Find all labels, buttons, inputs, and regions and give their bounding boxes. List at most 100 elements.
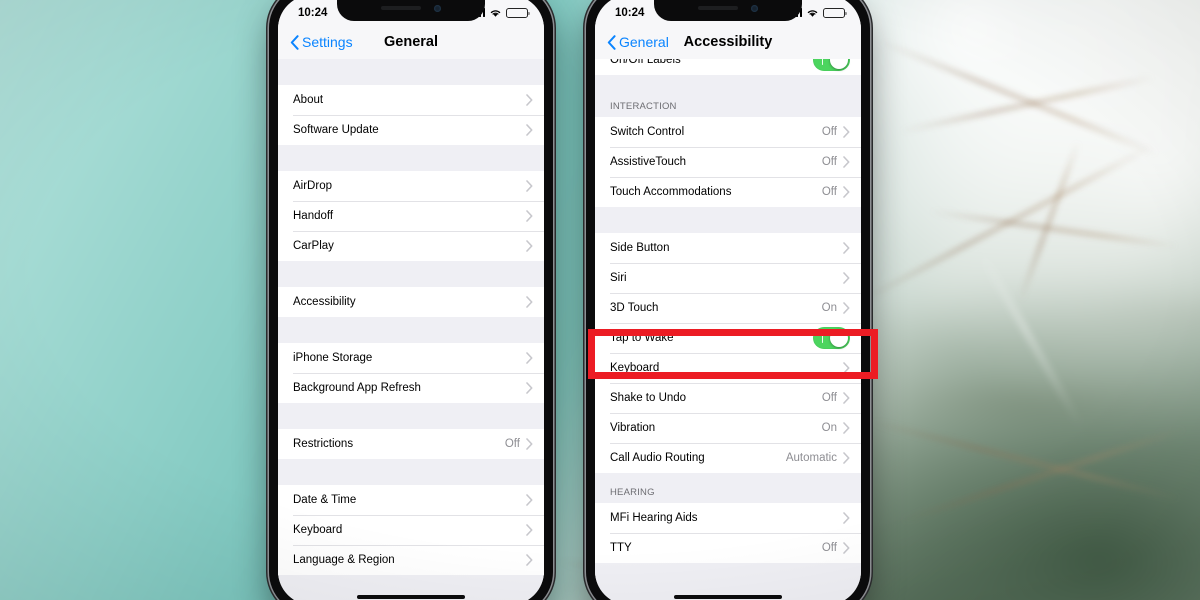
row-value: Off: [821, 126, 837, 138]
section-gap: [595, 75, 861, 87]
row-label: Switch Control: [610, 126, 685, 138]
list-item-date-time[interactable]: Date & Time: [278, 485, 544, 515]
iphone-right-device: 10:24 General Accessibility On/Off Label…: [586, 0, 870, 600]
battery-icon: [823, 7, 848, 18]
row-label: Keyboard: [293, 524, 343, 536]
list-item-tap-to-wake[interactable]: Tap to Wake: [595, 323, 861, 353]
row-label: AssistiveTouch: [610, 156, 687, 168]
row-label: Date & Time: [293, 494, 357, 506]
row-value: On: [821, 422, 837, 434]
home-indicator: [357, 595, 465, 599]
back-button-label: General: [619, 34, 669, 50]
chevron-right-icon: [843, 186, 850, 198]
settings-group: Accessibility: [278, 287, 544, 317]
list-item-background-app-refresh[interactable]: Background App Refresh: [278, 373, 544, 403]
back-button-general[interactable]: General: [607, 34, 669, 50]
settings-group: MFi Hearing Aids TTY Off: [595, 503, 861, 563]
row-value: Off: [821, 392, 837, 404]
chevron-right-icon: [526, 352, 533, 364]
wifi-icon: [807, 9, 818, 17]
iphone-left-device: 10:24 Settings General About Software Up…: [269, 0, 553, 600]
settings-list-general[interactable]: About Software Update AirDrop Handoff CarPla…: [278, 59, 544, 600]
list-top-gap: [278, 59, 544, 85]
list-item-3d-touch[interactable]: 3D Touch On: [595, 293, 861, 323]
list-item-carplay[interactable]: CarPlay: [278, 231, 544, 261]
chevron-right-icon: [843, 272, 850, 284]
chevron-right-icon: [526, 180, 533, 192]
front-camera-icon: [751, 4, 758, 12]
nav-bar-left: Settings General: [278, 25, 544, 59]
row-label: About: [293, 94, 324, 106]
section-gap: [595, 207, 861, 233]
notch: [337, 0, 485, 21]
toggle-switch[interactable]: [813, 327, 850, 349]
status-time: 10:24: [615, 6, 645, 19]
toggle-knob: [829, 59, 849, 70]
settings-group: Restrictions Off: [278, 429, 544, 459]
list-item-shake-to-undo[interactable]: Shake to Undo Off: [595, 383, 861, 413]
chevron-right-icon: [843, 542, 850, 554]
list-item-accessibility[interactable]: Accessibility: [278, 287, 544, 317]
list-item-side-button[interactable]: Side Button: [595, 233, 861, 263]
chevron-right-icon: [526, 524, 533, 536]
list-item-on-off-labels[interactable]: On/Off Labels: [595, 59, 861, 75]
list-item-keyboard[interactable]: Keyboard: [278, 515, 544, 545]
section-header: HEARING: [595, 473, 861, 503]
chevron-right-icon: [526, 494, 533, 506]
row-label: Language & Region: [293, 554, 395, 566]
notch: [654, 0, 802, 21]
list-item-about[interactable]: About: [278, 85, 544, 115]
settings-group: Date & Time Keyboard Language & Region: [278, 485, 544, 575]
list-item-keyboard[interactable]: Keyboard: [595, 353, 861, 383]
section-gap: [278, 459, 544, 485]
settings-group: Side Button Siri 3D Touch On Tap to Wake Keyb…: [595, 233, 861, 473]
list-item-touch-accommodations[interactable]: Touch Accommodations Off: [595, 177, 861, 207]
section-gap: [278, 403, 544, 429]
list-item-siri[interactable]: Siri: [595, 263, 861, 293]
list-item-assistivetouch[interactable]: AssistiveTouch Off: [595, 147, 861, 177]
list-item-handoff[interactable]: Handoff: [278, 201, 544, 231]
list-item-restrictions[interactable]: Restrictions Off: [278, 429, 544, 459]
chevron-right-icon: [526, 382, 533, 394]
row-label: iPhone Storage: [293, 352, 373, 364]
list-item-tty[interactable]: TTY Off: [595, 533, 861, 563]
list-item-vibration[interactable]: Vibration On: [595, 413, 861, 443]
front-camera-icon: [434, 4, 441, 12]
row-label: Accessibility: [293, 296, 356, 308]
chevron-right-icon: [843, 126, 850, 138]
row-label: AirDrop: [293, 180, 332, 192]
section-gap: [278, 145, 544, 171]
row-label: Background App Refresh: [293, 382, 421, 394]
settings-group-partial: On/Off Labels: [595, 59, 861, 75]
list-item-call-audio-routing[interactable]: Call Audio Routing Automatic: [595, 443, 861, 473]
chevron-right-icon: [526, 554, 533, 566]
back-button-settings[interactable]: Settings: [290, 34, 353, 50]
section-gap: [278, 317, 544, 343]
settings-group: AirDrop Handoff CarPlay: [278, 171, 544, 261]
row-label: 3D Touch: [610, 302, 659, 314]
list-item-switch-control[interactable]: Switch Control Off: [595, 117, 861, 147]
wifi-icon: [490, 9, 501, 17]
list-item-iphone-storage[interactable]: iPhone Storage: [278, 343, 544, 373]
settings-list-accessibility[interactable]: On/Off Labels INTERACTION Switch Control Of…: [595, 59, 861, 600]
chevron-right-icon: [843, 452, 850, 464]
row-label: Side Button: [610, 242, 670, 254]
chevron-right-icon: [843, 242, 850, 254]
list-item-software-update[interactable]: Software Update: [278, 115, 544, 145]
list-item-language-region[interactable]: Language & Region: [278, 545, 544, 575]
list-item-airdrop[interactable]: AirDrop: [278, 171, 544, 201]
section-gap: [278, 261, 544, 287]
chevron-left-icon: [290, 34, 299, 50]
chevron-left-icon: [607, 34, 616, 50]
toggle-on-tick-icon: [821, 59, 824, 65]
row-label: On/Off Labels: [610, 59, 681, 66]
row-label: Restrictions: [293, 438, 354, 450]
row-label: Call Audio Routing: [610, 452, 705, 464]
chevron-right-icon: [526, 438, 533, 450]
iphone-right-screen: 10:24 General Accessibility On/Off Label…: [595, 0, 861, 600]
nav-bar-right: General Accessibility: [595, 25, 861, 59]
list-item-mfi-hearing-aids[interactable]: MFi Hearing Aids: [595, 503, 861, 533]
toggle-switch[interactable]: [813, 59, 850, 71]
row-label: Shake to Undo: [610, 392, 687, 404]
row-label: Software Update: [293, 124, 379, 136]
